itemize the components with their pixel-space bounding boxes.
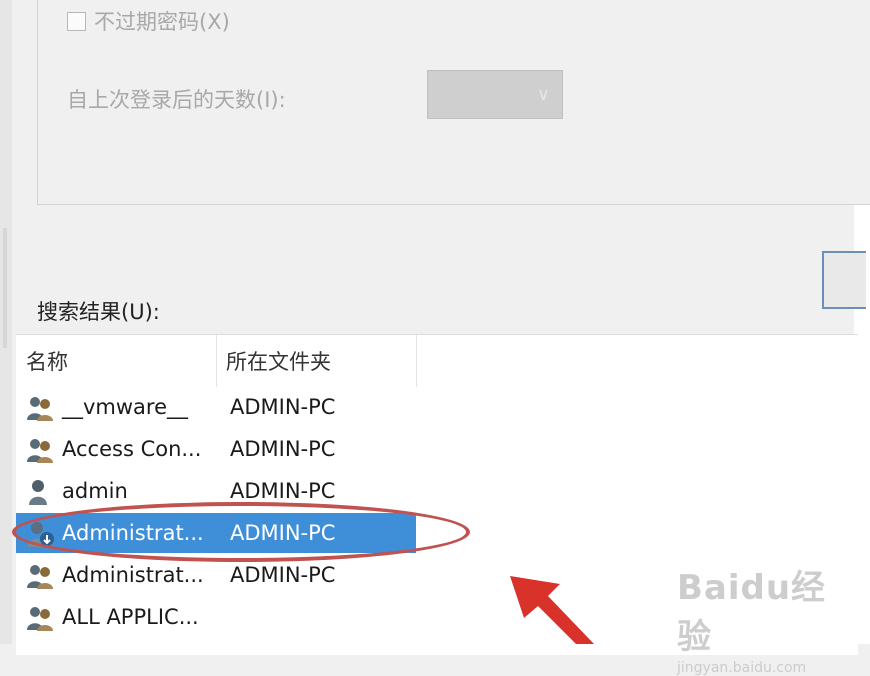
non-expiring-password-row: 不过期密码(X) — [67, 6, 230, 36]
group-icon — [26, 604, 56, 632]
column-separator[interactable] — [216, 335, 217, 387]
row-name: ALL APPLIC... — [62, 605, 199, 629]
row-name: Access Con... — [62, 437, 202, 461]
table-row[interactable]: Access Con... ADMIN-PC — [16, 429, 416, 469]
left-edge-notch — [3, 228, 7, 348]
action-button-partial[interactable] — [822, 251, 866, 309]
row-folder: ADMIN-PC — [230, 479, 336, 503]
column-header-folder[interactable]: 所在文件夹 — [226, 335, 331, 387]
watermark-url: jingyan.baidu.com — [677, 660, 807, 676]
column-header-name[interactable]: 名称 — [26, 335, 206, 387]
group-icon — [26, 394, 56, 422]
row-name: __vmware__ — [62, 395, 189, 419]
row-folder: ADMIN-PC — [230, 437, 336, 461]
chevron-down-icon: ∨ — [536, 84, 550, 105]
days-since-logon-select[interactable]: ∨ — [427, 70, 563, 119]
column-separator[interactable] — [416, 335, 417, 387]
user-icon — [26, 478, 56, 506]
watermark-brand: Baidu经验 — [677, 568, 827, 657]
row-name: Administrat... — [62, 563, 204, 587]
non-expiring-password-checkbox[interactable] — [67, 11, 86, 31]
table-row[interactable]: ALL APPLIC... — [16, 597, 416, 637]
days-since-logon-label: 自上次登录后的天数(I): — [67, 88, 286, 112]
baidu-watermark: Baidu经验 jingyan.baidu.com — [677, 560, 854, 676]
non-expiring-password-label: 不过期密码(X) — [94, 10, 230, 34]
highlight-ellipse — [12, 502, 470, 562]
row-folder: ADMIN-PC — [230, 563, 336, 587]
group-icon — [26, 436, 56, 464]
select-users-dialog: 不过期密码(X) 自上次登录后的天数(I): ∨ 搜索结果(U): 名称 所在文… — [12, 0, 870, 676]
row-name: admin — [62, 479, 128, 503]
red-arrow-icon — [510, 576, 594, 644]
row-folder: ADMIN-PC — [230, 395, 336, 419]
search-results-label: 搜索结果(U): — [37, 300, 160, 324]
table-row[interactable]: __vmware__ ADMIN-PC — [16, 387, 416, 427]
group-icon — [26, 562, 56, 590]
